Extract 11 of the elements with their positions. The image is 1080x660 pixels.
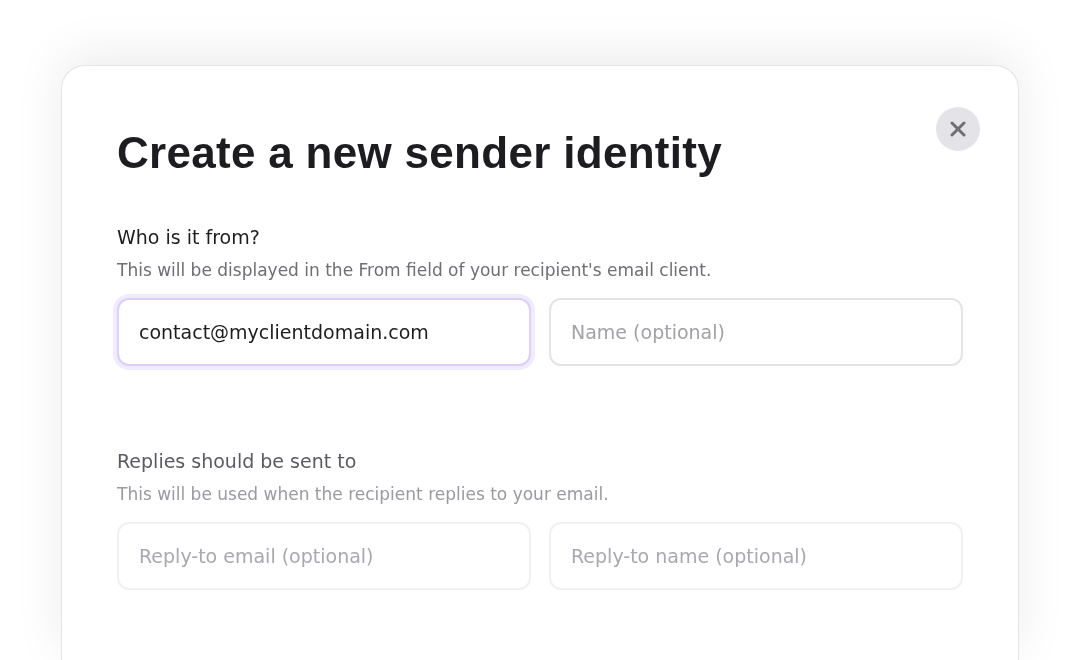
section-description: This will be used when the recipient replies to your email. bbox=[117, 484, 610, 504]
input-field[interactable]: Name (optional) bbox=[549, 298, 963, 366]
input-field[interactable]: contact@myclientdomain.com bbox=[117, 298, 531, 366]
section-label: Who is it from? bbox=[117, 226, 261, 248]
dialog-title: Create a new sender identity bbox=[117, 128, 723, 178]
input-field[interactable]: Reply-to name (optional) bbox=[549, 522, 963, 590]
section-description: This will be displayed in the From field of your recipient's email client. bbox=[117, 260, 713, 280]
close-button[interactable] bbox=[936, 107, 980, 151]
close-icon bbox=[950, 121, 966, 137]
section-label: Replies should be sent to bbox=[117, 450, 358, 472]
input-field[interactable]: Reply-to email (optional) bbox=[117, 522, 531, 590]
